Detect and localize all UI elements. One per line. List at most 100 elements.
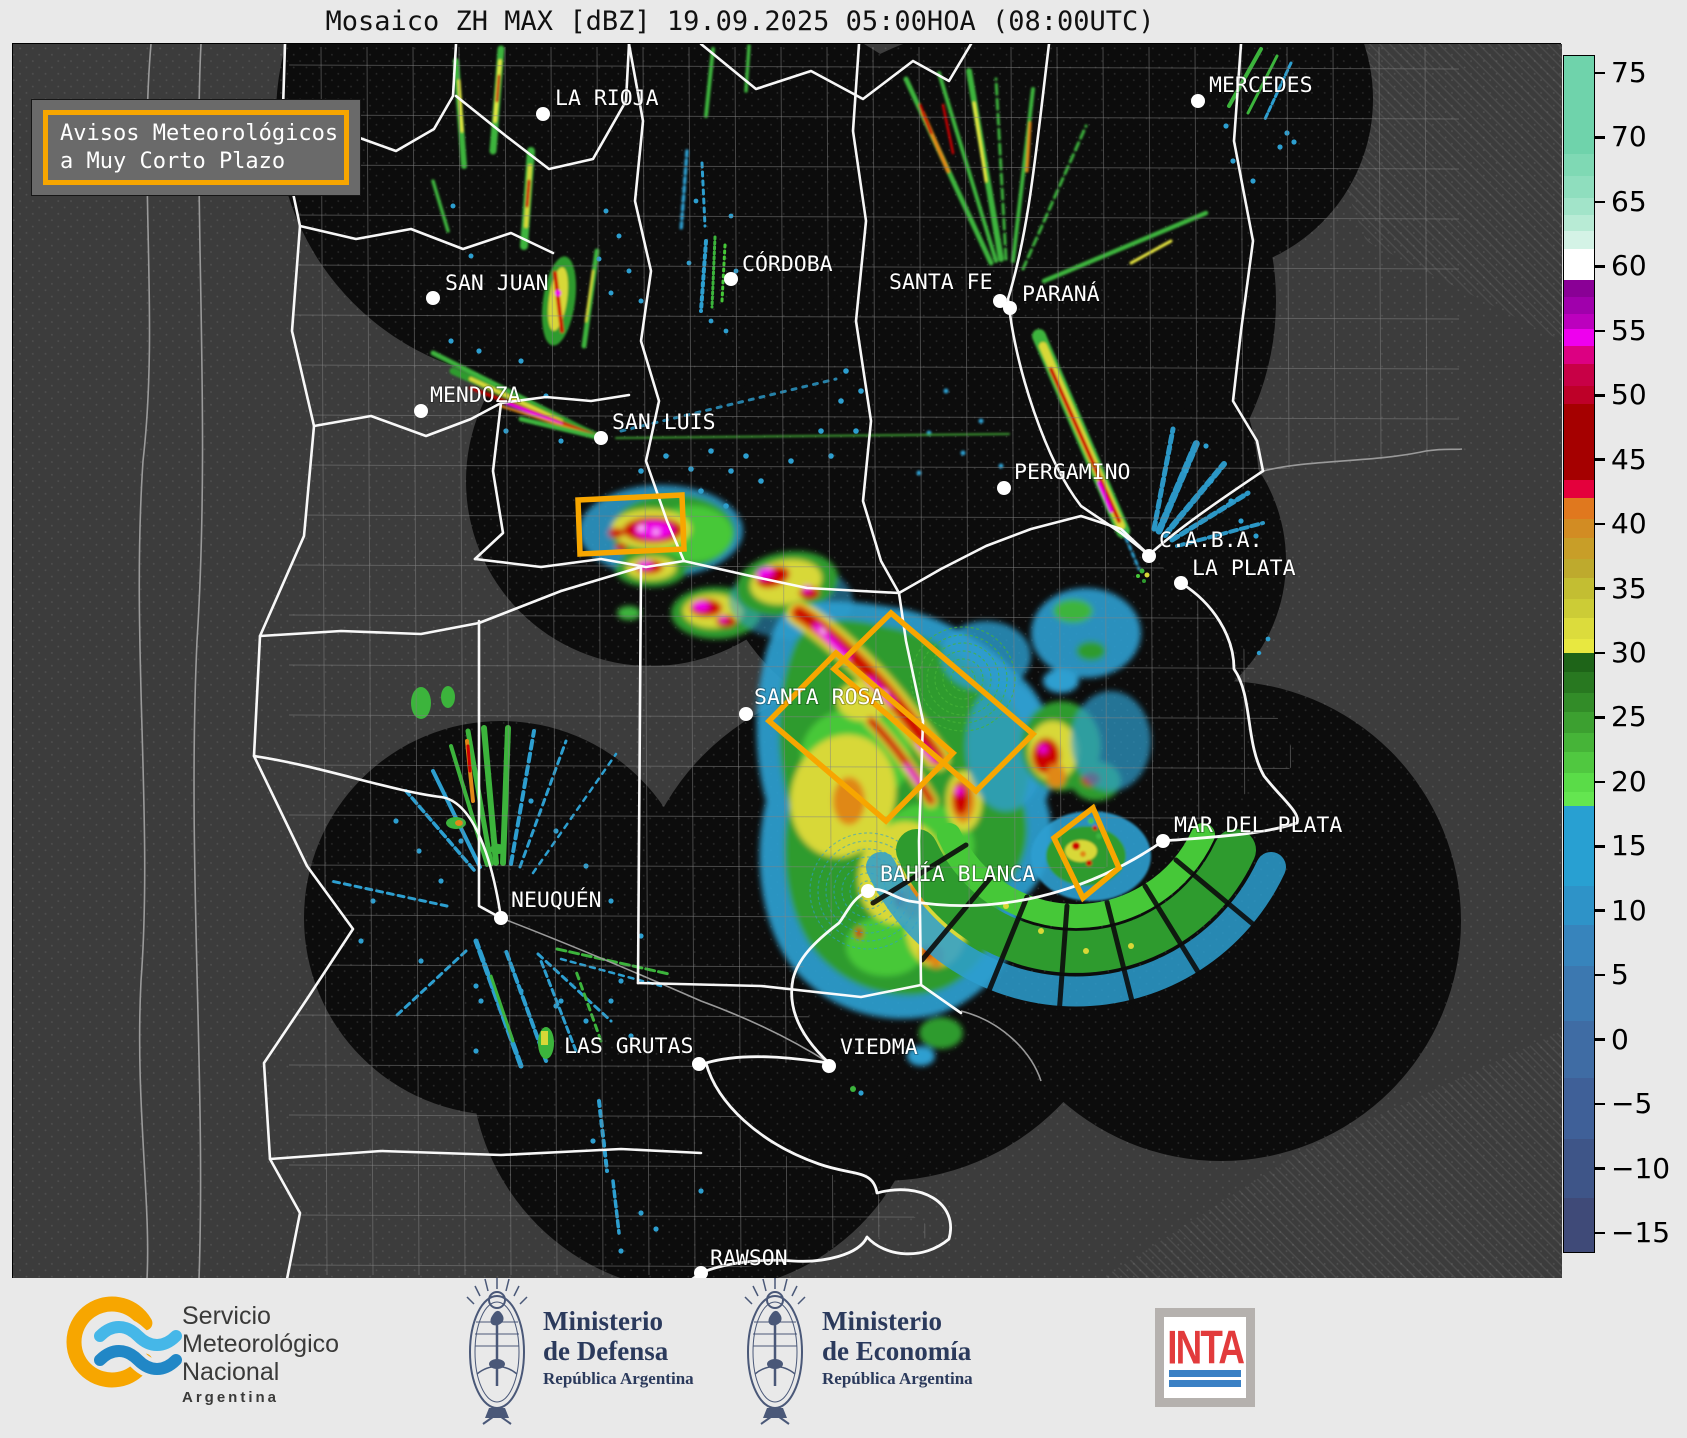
color-scale-segment: [1564, 1021, 1594, 1079]
warning-legend: Avisos Meteorológicos a Muy Corto Plazo: [31, 99, 361, 196]
warning-legend-line2: a Muy Corto Plazo: [60, 148, 286, 174]
city-label: BAHÍA BLANCA: [880, 861, 1035, 887]
color-scale-segment: [1564, 175, 1594, 199]
color-scale-tick-label: 75: [1611, 56, 1647, 90]
city-dot: [861, 884, 875, 898]
city-dot: [494, 911, 508, 925]
color-scale-tick-mark: [1594, 1102, 1605, 1106]
city-dot: [822, 1059, 836, 1073]
color-scale-tick-mark: [1594, 716, 1605, 719]
color-scale-tick-mark: [1594, 329, 1605, 333]
color-scale-segment: [1564, 480, 1594, 499]
color-scale-tick-label: 30: [1611, 636, 1647, 669]
city-label: NEUQUÉN: [511, 887, 602, 913]
color-scale-tick-mark: [1594, 651, 1605, 655]
city-dot: [426, 291, 440, 305]
color-scale-tick-label: 25: [1611, 700, 1647, 734]
color-scale-segment: [1564, 297, 1594, 315]
defensa-line3: República Argentina: [543, 1369, 694, 1388]
city-dot: [1142, 549, 1156, 563]
economia-line3: República Argentina: [822, 1369, 973, 1388]
city-label: SAN JUAN: [445, 271, 549, 296]
economia-crest: [743, 1278, 807, 1426]
color-scale-tick-mark: [1594, 458, 1605, 461]
color-scale-segment: [1564, 1197, 1594, 1253]
color-scale-segment: [1564, 652, 1594, 673]
color-scale-segment: [1564, 577, 1594, 600]
economia-text: Ministerio de Economía República Argenti…: [822, 1306, 973, 1389]
color-scale-tick-label: −15: [1611, 1215, 1671, 1249]
color-scale-tick-mark: [1594, 136, 1605, 139]
city-label: SANTA ROSA: [754, 685, 883, 710]
color-scale-segment: [1564, 885, 1594, 926]
color-scale-tick-mark: [1594, 587, 1605, 590]
color-scale-bar: [1563, 55, 1595, 1253]
city-dot: [739, 707, 753, 721]
color-scale-tick-label: 45: [1611, 442, 1647, 476]
color-scale-segment: [1564, 791, 1594, 807]
color-scale-tick-label: 65: [1611, 184, 1647, 218]
color-scale-tick-mark: [1594, 1167, 1605, 1170]
warning-legend-border: Avisos Meteorológicos a Muy Corto Plazo: [43, 110, 349, 185]
color-scale-segment: [1564, 965, 1594, 1022]
city-label: C.A.B.A.: [1159, 528, 1263, 553]
city-label: LA PLATA: [1192, 556, 1296, 581]
color-scale-tick-label: 20: [1611, 764, 1647, 798]
inta-wordmark: INTA: [1167, 1321, 1245, 1374]
city-dot: [692, 1057, 706, 1071]
color-scale-tick-label: 50: [1611, 378, 1647, 412]
color-scale-segment: [1564, 56, 1594, 155]
city-label: LAS GRUTAS: [564, 1034, 693, 1059]
color-scale-tick-mark: [1594, 522, 1605, 526]
city-dot: [1174, 576, 1188, 590]
color-scale-segment: [1564, 538, 1594, 560]
smn-line3: Nacional: [182, 1358, 280, 1386]
color-scale-segment: [1564, 313, 1594, 330]
city-dot: [536, 107, 550, 121]
color-scale-tick-label: 15: [1611, 829, 1647, 863]
color-scale-segment: [1564, 197, 1594, 216]
inta-logo: INTA: [1155, 1308, 1255, 1407]
city-dot: [594, 431, 608, 445]
defensa-text: Ministerio de Defensa República Argentin…: [543, 1306, 694, 1389]
city-label: MERCEDES: [1209, 73, 1313, 98]
color-scale-segment: [1564, 329, 1594, 347]
page-title: Mosaico ZH MAX [dBZ] 19.09.2025 05:00HOA…: [325, 6, 1155, 37]
color-scale-segment: [1564, 751, 1594, 774]
city-dot: [997, 481, 1011, 495]
smn-logo: [66, 1296, 184, 1388]
city-dot: [1156, 834, 1170, 848]
color-scale-tick-mark: [1594, 845, 1605, 848]
color-scale-tick-mark: [1594, 1038, 1605, 1041]
color-scale-segment: [1564, 280, 1594, 298]
color-scale-tick-mark: [1594, 265, 1605, 268]
color-scale-tick-mark: [1594, 71, 1605, 75]
color-scale-segment: [1564, 498, 1594, 520]
economia-line1: Ministerio: [822, 1306, 942, 1336]
city-label: MAR DEL PLATA: [1174, 813, 1342, 838]
color-scale-tick-mark: [1594, 909, 1605, 913]
color-scale-segment: [1564, 518, 1594, 539]
city-dot: [1191, 94, 1205, 108]
color-scale-segment: [1564, 1138, 1594, 1199]
defensa-line2: de Defensa: [543, 1336, 669, 1366]
color-scale-segment: [1564, 214, 1594, 232]
city-label: SANTA FE: [889, 270, 993, 295]
smn-line1: Servicio: [182, 1302, 271, 1330]
color-scale-segment: [1564, 692, 1594, 713]
color-scale-tick-label: −5: [1611, 1087, 1653, 1121]
color-scale-segment: [1564, 231, 1594, 250]
city-dot: [1003, 301, 1017, 315]
city-label: PERGAMINO: [1014, 460, 1131, 485]
city-label: PARANÁ: [1022, 281, 1100, 307]
color-scale-tick-label: 55: [1611, 313, 1647, 347]
color-scale-tick-label: 35: [1611, 571, 1647, 605]
inta-bar-2: [1169, 1379, 1241, 1387]
color-scale-tick-label: −10: [1611, 1151, 1671, 1185]
color-scale-segment: [1564, 806, 1594, 887]
color-scale-segment: [1564, 732, 1594, 753]
color-scale-tick-label: 10: [1611, 893, 1647, 927]
color-scale-segment: [1564, 345, 1594, 365]
warning-legend-line1: Avisos Meteorológicos: [60, 120, 339, 146]
city-label: LA RIOJA: [555, 86, 659, 111]
